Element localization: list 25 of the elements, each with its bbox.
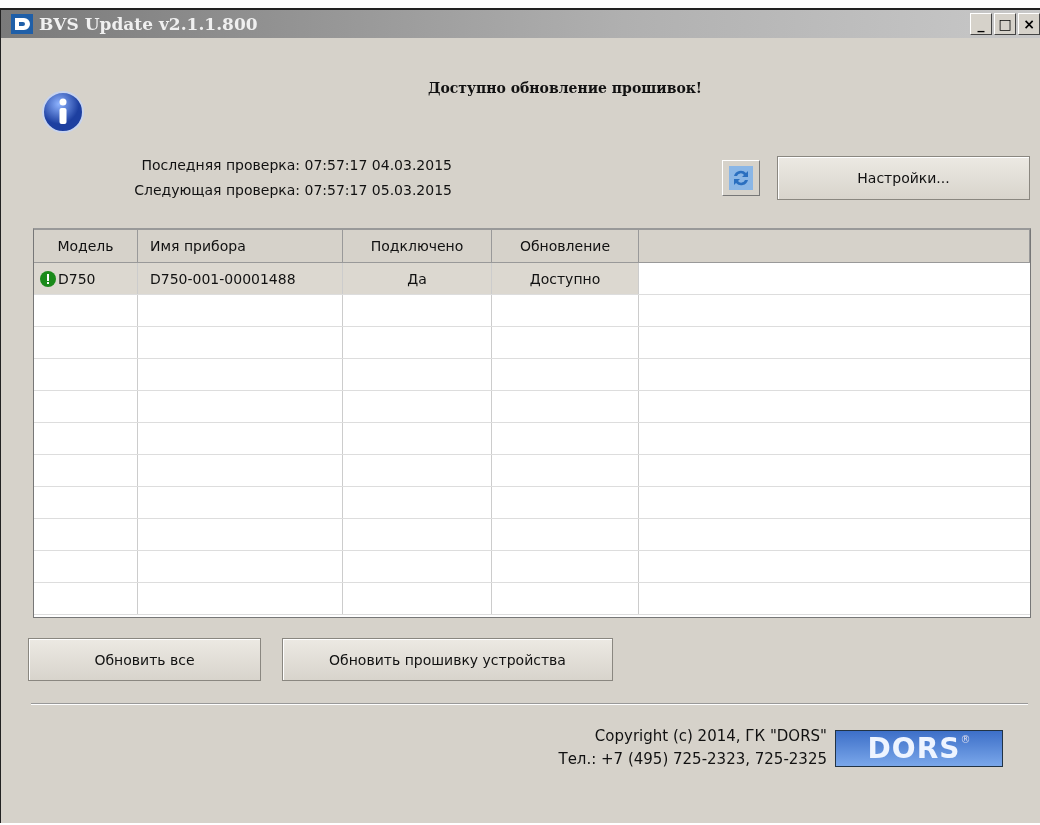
column-header[interactable]: Имя прибора — [138, 230, 343, 262]
window-title: BVS Update v2.1.1.800 — [39, 14, 259, 34]
copyright-text: Тел.: +7 (495) 725-2323, 725-2325 — [558, 749, 827, 770]
table-row[interactable]: D750 D750-001-00001488 Да Доступно — [34, 263, 1030, 295]
update-firmware-button[interactable]: Обновить прошивку устройства — [282, 638, 613, 681]
table-cell: Доступно — [529, 270, 601, 287]
copyright-text: Copyright (c) 2014, ГК "DORS" — [593, 726, 827, 747]
update-message: Доступно обновление прошивок! — [427, 80, 703, 96]
maximize-button[interactable]: □ — [994, 13, 1016, 35]
update-all-button[interactable]: Обновить все — [28, 638, 261, 681]
settings-button[interactable]: Настройки... — [777, 156, 1030, 200]
table-cell: D750-001-00001488 — [150, 270, 296, 287]
table-cell: Да — [407, 270, 427, 287]
company-logo: DORS® — [835, 729, 1003, 767]
column-header[interactable]: Модель — [34, 230, 138, 262]
check-time: Последняя проверка: 07:57:17 04.03.2015 — [140, 156, 452, 175]
info-icon — [41, 90, 85, 134]
app-icon — [11, 14, 33, 34]
close-button[interactable]: × — [1018, 13, 1040, 35]
check-time: Следующая проверка: 07:57:17 05.03.2015 — [133, 181, 452, 200]
table-cell: D750 — [58, 270, 96, 287]
column-header[interactable]: Подключено — [343, 230, 492, 262]
column-header[interactable]: Обновление — [492, 230, 639, 262]
refresh-button[interactable] — [722, 160, 760, 196]
minimize-button[interactable]: _ — [970, 13, 992, 35]
